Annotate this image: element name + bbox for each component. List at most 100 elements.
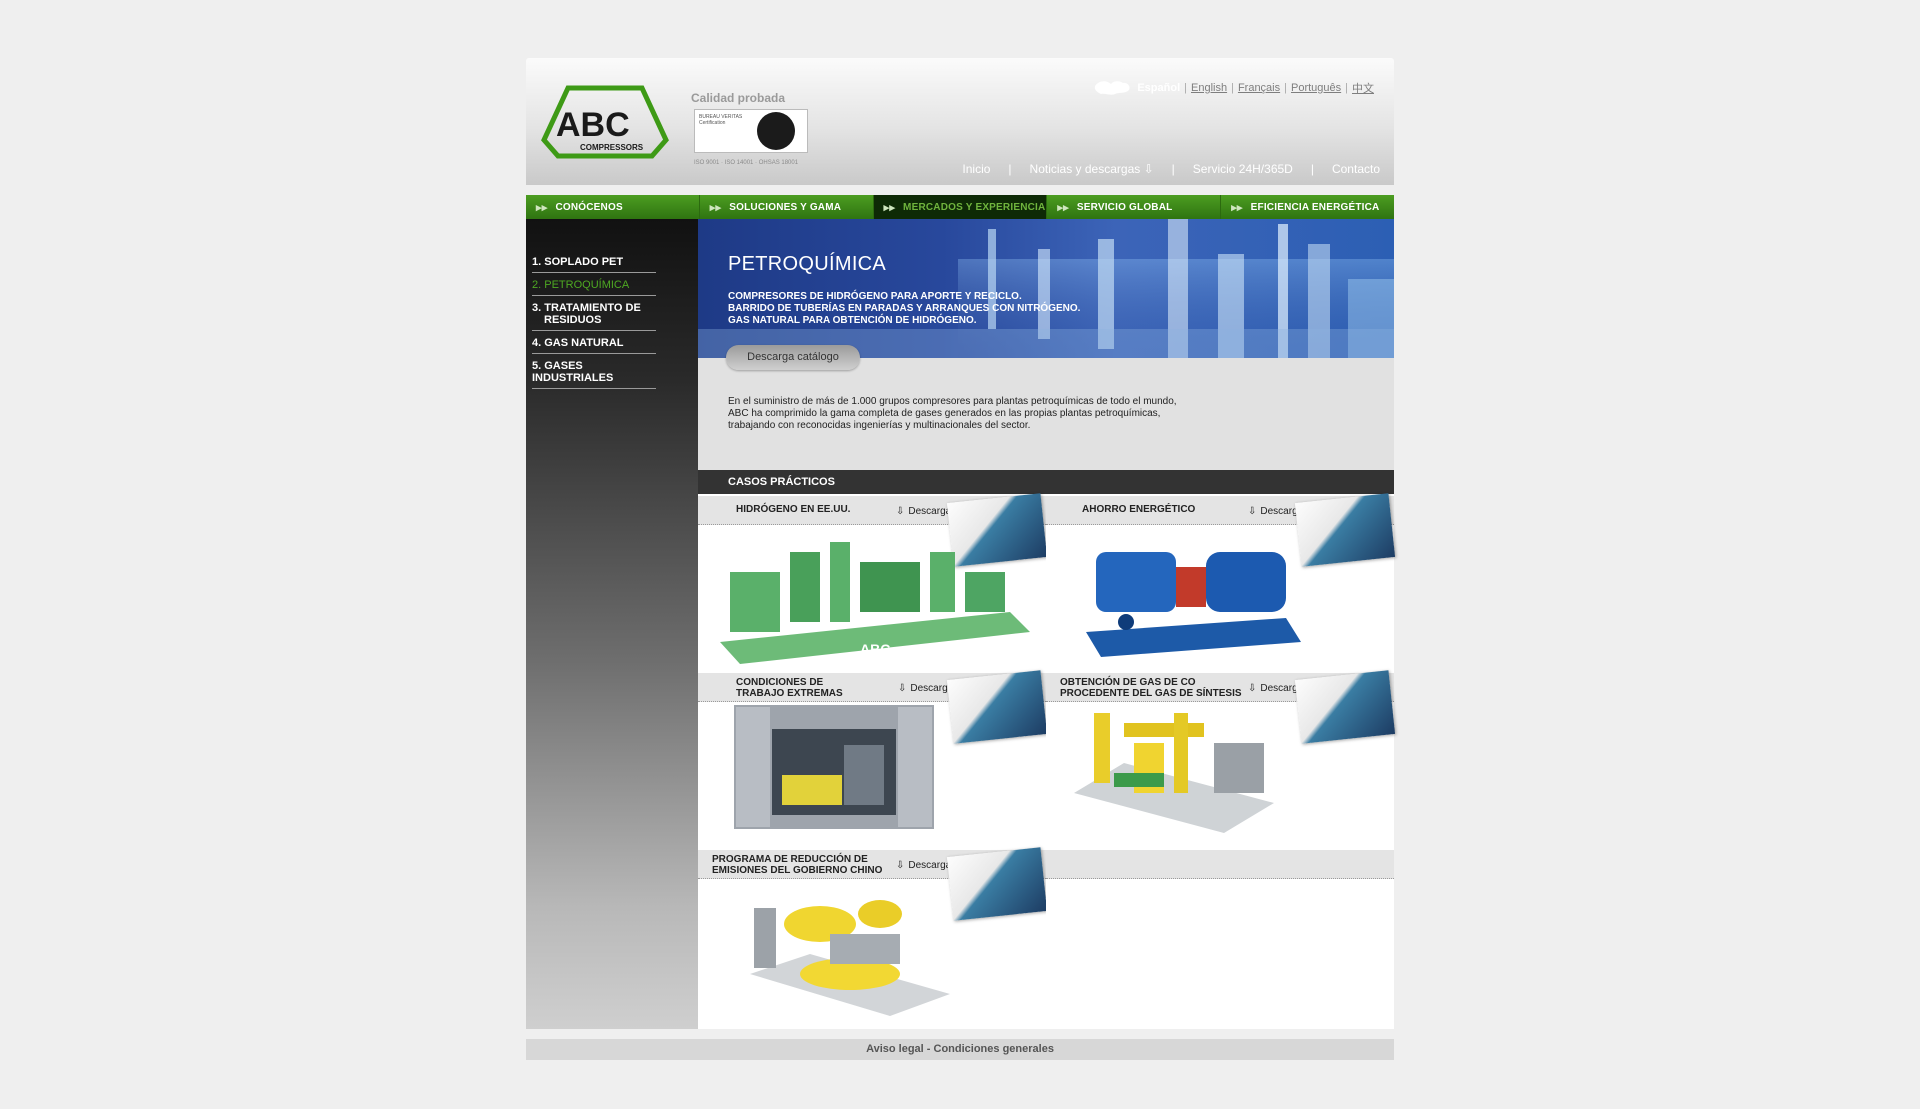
banner-line: BARRIDO DE TUBERÍAS EN PARADAS Y ARRANQU… <box>728 303 1081 314</box>
download-arrow-icon: ⇩ <box>898 683 907 694</box>
arrow-icon: ▸▸ <box>883 201 896 214</box>
bureau-veritas-seal-icon <box>757 112 795 150</box>
item-label: PETROQUÍMICA <box>544 279 630 291</box>
download-arrow-icon: ⇩ <box>1248 506 1257 517</box>
lang-portugues[interactable]: Português <box>1291 82 1341 94</box>
mainnav-conocenos[interactable]: ▸▸ CONÓCENOS <box>526 195 700 219</box>
item-number: 3. <box>532 302 542 314</box>
banner-line: GAS NATURAL PARA OBTENCIÓN DE HIDRÓGENO. <box>728 315 977 326</box>
main-nav: ▸▸ CONÓCENOS ▸▸ SOLUCIONES Y GAMA ▸▸ MERCAD… <box>526 195 1394 219</box>
mainnav-mercados[interactable]: ▸▸ MERCADOS Y EXPERIENCIA <box>873 195 1048 219</box>
topnav-noticias-label: Noticias y descargas <box>1029 162 1141 176</box>
topnav-noticias[interactable]: Noticias y descargas ⇩ <box>1030 162 1154 176</box>
case-title: OBTENCIÓN DE GAS DE CO PROCEDENTE DEL GAS… <box>1060 677 1242 699</box>
top-nav: Inicio | Noticias y descargas ⇩ | Servic… <box>962 162 1380 176</box>
brochure-thumbnail[interactable] <box>1294 670 1396 744</box>
arrow-icon: ▸▸ <box>1057 201 1069 214</box>
empty-case-slot <box>1046 848 1394 1029</box>
logo-text: ABC <box>556 106 630 144</box>
page: ABC COMPRESSORS Calidad probada BUREAU V… <box>526 58 1396 1060</box>
brochure-thumbnail[interactable] <box>946 847 1048 921</box>
brochure-thumbnail[interactable] <box>946 670 1048 744</box>
mainnav-label: CONÓCENOS <box>555 201 623 213</box>
yellow-tank-compressor-image <box>750 900 950 1016</box>
case-title-line: EMISIONES DEL GOBIERNO CHINO <box>712 865 883 876</box>
item-label: GASES <box>544 360 583 372</box>
mainnav-eficiencia[interactable]: ▸▸ EFICIENCIA ENERGÉTICA <box>1221 195 1394 219</box>
sidebar-item-gas-natural[interactable]: 4. GAS NATURAL <box>532 337 656 354</box>
download-icon: ⇩ <box>1143 162 1154 176</box>
topnav-contacto[interactable]: Contacto <box>1332 162 1380 176</box>
case-card[interactable]: CONDICIONES DE TRABAJO EXTREMAS ⇩ Descarga… <box>698 670 1048 848</box>
item-number: 4. <box>532 337 542 349</box>
download-arrow-icon: ⇩ <box>1248 683 1257 694</box>
container-compressor-image <box>734 705 934 829</box>
case-card[interactable]: AHORRO ENERGÉTICO ⇩Descarga ficha.pdf <box>1046 493 1396 671</box>
mainnav-label: SERVICIO GLOBAL <box>1076 201 1173 213</box>
case-title-line: OBTENCIÓN DE GAS DE CO <box>1060 677 1196 688</box>
sidebar-item-soplado-pet[interactable]: 1. SOPLADO PET <box>532 256 656 273</box>
case-title: PROGRAMA DE REDUCCIÓN DE EMISIONES DEL GO… <box>712 854 882 876</box>
cert-text: BUREAU VERITAS Certification <box>699 114 743 126</box>
refinery-illustration <box>698 219 1394 358</box>
lang-chinese[interactable]: 中文 <box>1352 80 1374 96</box>
banner-title: PETROQUÍMICA <box>728 253 887 275</box>
abc-watermark: ABC <box>860 641 890 657</box>
mainnav-label: EFICIENCIA ENERGÉTICA <box>1250 201 1380 213</box>
item-label-line2: RESIDUOS <box>544 314 602 326</box>
case-title-line: CONDICIONES DE <box>736 677 824 688</box>
sidebar: 1. SOPLADO PET 2. PETROQUÍMICA 3. TRATAM… <box>526 219 698 1029</box>
mainnav-soluciones[interactable]: ▸▸ SOLUCIONES Y GAMA <box>699 195 874 219</box>
brochure-thumbnail[interactable] <box>1294 493 1396 567</box>
case-title-line: PROCEDENTE DEL GAS DE SÍNTESIS <box>1060 688 1242 699</box>
case-title: AHORRO ENERGÉTICO <box>1082 504 1196 515</box>
item-number: 2. <box>532 279 542 291</box>
banner-subtitle: COMPRESORES DE HIDRÓGENO PARA APORTE Y R… <box>728 291 1080 327</box>
iso-text: ISO 9001 · ISO 14001 · OHSAS 18001 <box>694 160 799 166</box>
intro-text: En el suministro de más de 1.000 grupos … <box>728 396 1177 431</box>
item-number: 5. <box>532 360 542 372</box>
arrow-icon: ▸▸ <box>709 201 722 214</box>
lang-francais[interactable]: Français <box>1238 82 1280 94</box>
topnav-servicio[interactable]: Servicio 24H/365D <box>1193 162 1293 176</box>
case-header <box>1046 850 1394 879</box>
certification-badge: BUREAU VERITAS Certification <box>694 109 808 153</box>
case-title: HIDRÓGENO EN EE.UU. <box>736 504 851 515</box>
logo-subtext: COMPRESSORS <box>580 143 644 152</box>
lang-espanol[interactable]: Español <box>1137 82 1180 94</box>
mainnav-servicio[interactable]: ▸▸ SERVICIO GLOBAL <box>1047 195 1222 219</box>
arrow-icon: ▸▸ <box>536 201 548 214</box>
sidebar-item-petroquimica[interactable]: 2. PETROQUÍMICA <box>532 279 656 296</box>
case-card[interactable]: OBTENCIÓN DE GAS DE CO PROCEDENTE DEL GAS… <box>1046 670 1396 848</box>
item-number: 1. <box>532 256 542 268</box>
case-card[interactable]: HIDRÓGENO EN EE.UU. ⇩Descarga ficha.pdf … <box>698 493 1048 671</box>
cases-section-title: CASOS PRÁCTICOS <box>698 470 1394 494</box>
mainnav-label: MERCADOS Y EXPERIENCIA <box>903 201 1046 213</box>
footer-legal[interactable]: Aviso legal - Condiciones generales <box>526 1039 1394 1060</box>
item-label: SOPLADO PET <box>544 256 624 268</box>
abc-logo[interactable]: ABC COMPRESSORS <box>540 84 670 162</box>
petroquimica-banner: PETROQUÍMICA COMPRESORES DE HIDRÓGENO PA… <box>698 219 1394 358</box>
sidebar-menu: 1. SOPLADO PET 2. PETROQUÍMICA 3. TRATAM… <box>532 256 656 395</box>
item-label-line2: INDUSTRIALES <box>532 372 614 384</box>
world-map-icon <box>1095 81 1130 95</box>
banner-line: COMPRESORES DE HIDRÓGENO PARA APORTE Y R… <box>728 291 1022 302</box>
yellow-piping-compressor-image <box>1074 713 1274 833</box>
sidebar-item-gases-industriales[interactable]: 5. GASES INDUSTRIALES <box>532 360 656 389</box>
download-arrow-icon: ⇩ <box>896 860 905 871</box>
sidebar-item-tratamiento-residuos[interactable]: 3. TRATAMIENTO DE RESIDUOS <box>532 302 656 331</box>
tagline: Calidad probada <box>691 91 786 105</box>
arrow-icon: ▸▸ <box>1231 201 1243 214</box>
item-label: TRATAMIENTO DE <box>544 302 641 314</box>
topnav-inicio[interactable]: Inicio <box>962 162 990 176</box>
case-card[interactable]: PROGRAMA DE REDUCCIÓN DE EMISIONES DEL GO… <box>698 847 1048 1029</box>
item-label: GAS NATURAL <box>544 337 624 349</box>
lang-english[interactable]: English <box>1191 82 1227 94</box>
download-catalog-button[interactable]: Descarga catálogo <box>726 345 860 370</box>
mainnav-label: SOLUCIONES Y GAMA <box>729 201 842 213</box>
language-selector: Español | English | Français | Português… <box>1093 78 1374 98</box>
case-title-line: PROGRAMA DE REDUCCIÓN DE <box>712 854 868 865</box>
header: ABC COMPRESSORS Calidad probada BUREAU V… <box>526 58 1394 185</box>
main-content: PETROQUÍMICA COMPRESORES DE HIDRÓGENO PA… <box>698 219 1396 1029</box>
blue-compressor-image <box>1086 552 1301 657</box>
